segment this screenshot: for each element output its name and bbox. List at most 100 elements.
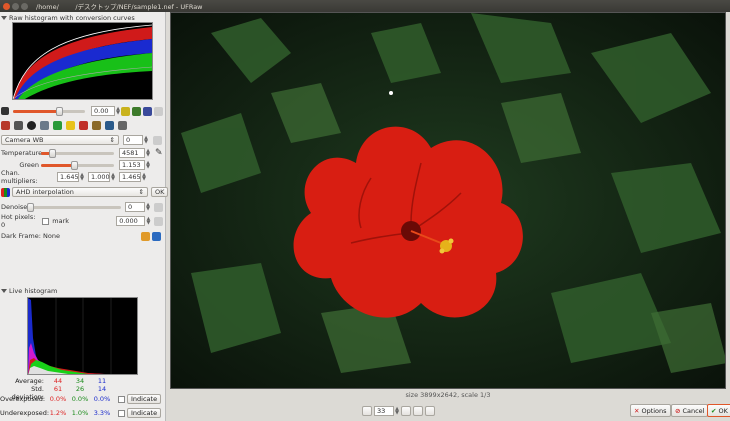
crop-tab-icon[interactable] [92, 120, 101, 130]
hibiscus-photo [171, 13, 725, 388]
under-g: 1.0% [71, 409, 89, 417]
open-folder-icon[interactable] [141, 231, 150, 241]
correction-tab-icon[interactable] [66, 120, 75, 130]
raw-histogram-header[interactable]: Raw histogram with conversion curves [1, 14, 135, 22]
temperature-slider[interactable] [41, 148, 114, 158]
hot-pixels-spinner[interactable]: ▲ ▼ [145, 216, 151, 226]
reset-wb-icon[interactable] [153, 135, 162, 145]
zoom-input[interactable]: 33 [374, 406, 394, 416]
lightness-tab-icon[interactable] [79, 120, 88, 130]
temperature-input[interactable]: 4581 [119, 148, 145, 158]
auto-adjust-icon[interactable] [121, 106, 130, 116]
denoise-label: Denoise [1, 203, 28, 211]
zoom-spinner[interactable]: ▲ ▼ [394, 406, 400, 416]
restore-icon[interactable] [143, 106, 152, 116]
reset-exposure-icon[interactable] [154, 106, 163, 116]
chan-g-spinner[interactable]: ▲ ▼ [110, 172, 116, 182]
wb-fine-tune-input[interactable]: 0 [123, 135, 143, 145]
exposure-row: 0.00 ▲ ▼ [1, 106, 165, 116]
expander-arrow-icon [1, 289, 7, 293]
green-slider[interactable] [41, 160, 114, 170]
zoom-out-button[interactable] [362, 406, 372, 416]
interpolation-combo[interactable]: AHD interpolation ⇕ [12, 187, 148, 197]
chan-g-input[interactable]: 1.000 [88, 172, 110, 182]
wb-preset-row: Camera WB ⇕ 0 ▲ ▼ [1, 135, 164, 145]
close-window-icon[interactable] [3, 2, 10, 10]
chan-b-spinner[interactable]: ▲ ▼ [141, 172, 147, 182]
denoise-input[interactable]: 0 [125, 202, 145, 212]
image-preview[interactable] [170, 12, 726, 389]
cancel-button[interactable]: ⊘ Cancel [671, 404, 709, 417]
over-b: 0.0% [93, 395, 111, 403]
overexposed-indicate-checkbox[interactable] [118, 395, 125, 403]
lens-tab-icon[interactable] [27, 120, 36, 130]
underexposed-indicate-checkbox[interactable] [118, 409, 125, 417]
wb-preset-combo[interactable]: Camera WB ⇕ [1, 135, 119, 145]
cancel-icon: ⊘ [675, 406, 681, 415]
green-slider-knob[interactable] [71, 160, 78, 170]
temperature-slider-knob[interactable] [49, 148, 56, 158]
interpolation-ok-button[interactable]: OK [151, 187, 169, 197]
zoom-100-button[interactable] [425, 406, 435, 416]
green-label: Green [19, 161, 39, 169]
base-curve-tab-icon[interactable] [40, 120, 49, 130]
chevron-down-icon: ⇕ [138, 188, 144, 196]
hot-pixels-label: Hot pixels: 0 [1, 213, 36, 229]
grayscale-tab-icon[interactable] [14, 120, 23, 130]
average-r: 44 [53, 377, 63, 385]
underexposed-indicate-button[interactable]: Indicate [127, 408, 162, 418]
denoise-spinner[interactable]: ▲ ▼ [145, 202, 151, 212]
title-bar: /home/ /デスクトップ/NEF/sample1.nef - UFRaw [0, 0, 730, 12]
save-tab-icon[interactable] [105, 120, 114, 130]
dark-frame-row: Dark Frame: None [1, 231, 163, 241]
reload-icon[interactable] [152, 231, 161, 241]
exposure-slider-knob[interactable] [56, 106, 63, 116]
denoise-slider-knob[interactable] [27, 202, 34, 212]
ok-button[interactable]: ✔ OK [707, 404, 730, 417]
exposure-input[interactable]: 0.00 [91, 106, 115, 116]
temperature-spinner[interactable]: ▲ ▼ [145, 148, 151, 158]
color-management-tab-icon[interactable] [53, 120, 62, 130]
exposure-icon [1, 107, 9, 115]
chan-r-spinner[interactable]: ▲ ▼ [79, 172, 85, 182]
wb-fine-tune-spinner[interactable]: ▲ ▼ [143, 135, 149, 145]
options-label: Options [641, 406, 667, 415]
reset-hot-pixels-icon[interactable] [154, 216, 163, 226]
interpolation-row: AHD interpolation ⇕ OK [1, 187, 169, 197]
exposure-slider[interactable] [13, 106, 85, 116]
overexposed-indicate-button[interactable]: Indicate [127, 394, 162, 404]
clip-icon[interactable] [132, 106, 141, 116]
color-picker-icon[interactable]: ✎ [155, 148, 163, 158]
underexposed-label: Underexposed: [0, 409, 50, 417]
chan-b-input[interactable]: 1.465 [119, 172, 141, 182]
zoom-fit-button[interactable] [413, 406, 423, 416]
average-label: Average: [15, 377, 44, 385]
average-b: 11 [97, 377, 107, 385]
dark-frame-label: Dark Frame: None [1, 232, 60, 240]
expander-arrow-icon [1, 16, 7, 20]
reset-denoise-icon[interactable] [154, 202, 163, 212]
maximize-window-icon[interactable] [21, 2, 28, 10]
chan-r-input[interactable]: 1.645 [57, 172, 79, 182]
denoise-row: Denoise 0 ▲ ▼ [1, 202, 165, 212]
options-button[interactable]: ✕ Options [630, 404, 671, 417]
green-spinner[interactable]: ▲ ▼ [145, 160, 151, 170]
hot-pixels-input[interactable]: 0.000 [116, 216, 146, 226]
under-b: 3.3% [93, 409, 111, 417]
interpolation-icon [1, 187, 10, 197]
cancel-label: Cancel [682, 406, 705, 415]
interpolation-value: AHD interpolation [16, 188, 74, 196]
white-balance-tab-icon[interactable] [1, 120, 10, 130]
live-histogram-header[interactable]: Live histogram [1, 287, 57, 295]
temperature-label: Temperature [1, 149, 43, 157]
zoom-in-button[interactable] [401, 406, 411, 416]
minimize-window-icon[interactable] [12, 2, 19, 10]
ok-label: OK [718, 406, 728, 415]
hot-pixels-row: Hot pixels: 0 mark 0.000 ▲ ▼ [1, 213, 165, 229]
channel-multipliers-label: Chan. multipliers: [1, 169, 38, 185]
average-row: Average: 44 34 11 [0, 377, 113, 385]
hot-pixels-mark-checkbox[interactable] [42, 217, 50, 225]
denoise-slider[interactable] [27, 202, 121, 212]
green-input[interactable]: 1.153 [119, 160, 145, 170]
exif-tab-icon[interactable] [118, 120, 127, 130]
